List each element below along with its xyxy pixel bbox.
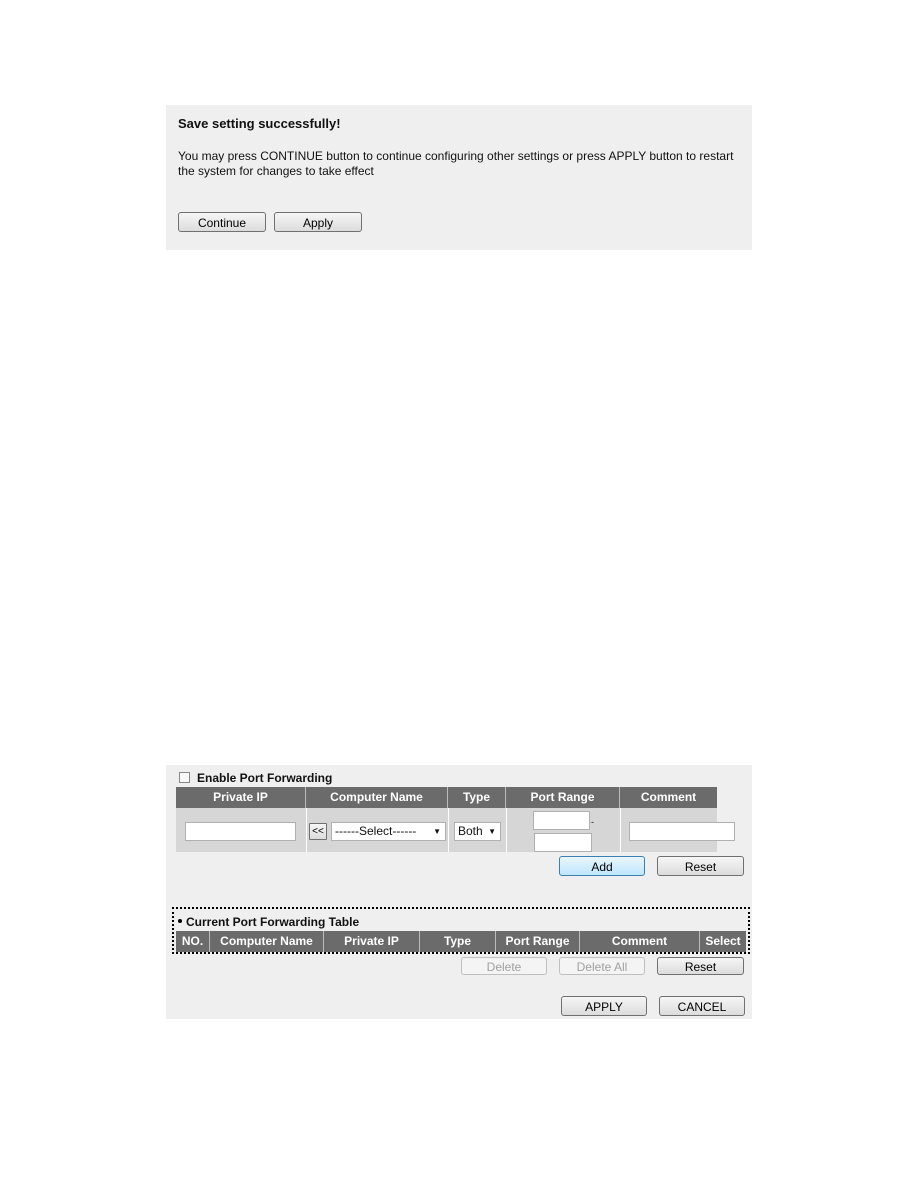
col-computer-name: Computer Name xyxy=(306,787,448,808)
col-type: Type xyxy=(448,787,506,808)
save-message: You may press CONTINUE button to continu… xyxy=(178,149,734,178)
save-result-panel: Save setting successfully! You may press… xyxy=(166,105,752,250)
col-comment: Comment xyxy=(640,790,697,804)
col-select: Select xyxy=(705,934,741,948)
dropdown-arrow-icon: ▼ xyxy=(488,827,496,836)
port-separator: - xyxy=(591,817,594,827)
continue-button[interactable]: Continue xyxy=(178,212,266,232)
col-private-ip: Private IP xyxy=(176,787,306,808)
port-to-input[interactable] xyxy=(534,833,592,852)
delete-button[interactable]: Delete xyxy=(461,957,547,975)
port-forwarding-header: Private IP Computer Name Type Port Range… xyxy=(176,787,717,808)
bullet-icon xyxy=(178,919,182,923)
col-type: Type xyxy=(420,931,496,952)
type-select-value: Both xyxy=(458,824,483,838)
port-from-input[interactable] xyxy=(533,811,590,830)
copy-computer-name-button[interactable]: << xyxy=(309,823,327,840)
reset-button[interactable]: Reset xyxy=(657,856,744,876)
col-private-ip: Private IP xyxy=(324,931,420,952)
computer-name-select[interactable]: ------Select------ ▼ xyxy=(331,822,446,841)
dropdown-arrow-icon: ▼ xyxy=(433,827,441,836)
col-port-range: Port Range xyxy=(496,931,580,952)
delete-all-button[interactable]: Delete All xyxy=(559,957,645,975)
type-select[interactable]: Both ▼ xyxy=(454,822,501,841)
col-computer-name: Computer Name xyxy=(210,931,324,952)
col-comment: Comment xyxy=(580,931,700,952)
apply-button[interactable]: Apply xyxy=(274,212,362,232)
private-ip-input[interactable] xyxy=(185,822,296,841)
current-table-box: Current Port Forwarding Table NO. Comput… xyxy=(172,907,750,954)
current-table-title: Current Port Forwarding Table xyxy=(186,915,360,929)
current-table-header: NO. Computer Name Private IP Type Port R… xyxy=(176,931,746,952)
save-title: Save setting successfully! xyxy=(178,116,341,131)
apply-settings-button[interactable]: APPLY xyxy=(561,996,647,1016)
computer-name-select-value: ------Select------ xyxy=(335,824,417,838)
cancel-button[interactable]: CANCEL xyxy=(659,996,745,1016)
port-forwarding-panel: Enable Port Forwarding Private IP Comput… xyxy=(166,765,752,1019)
comment-input[interactable] xyxy=(629,822,735,841)
table-reset-button[interactable]: Reset xyxy=(657,957,744,975)
col-port-range: Port Range xyxy=(506,787,620,808)
enable-port-forwarding-label: Enable Port Forwarding xyxy=(197,771,333,785)
add-button[interactable]: Add xyxy=(559,856,645,876)
enable-port-forwarding-checkbox[interactable] xyxy=(179,772,190,783)
col-no: NO. xyxy=(176,931,210,952)
